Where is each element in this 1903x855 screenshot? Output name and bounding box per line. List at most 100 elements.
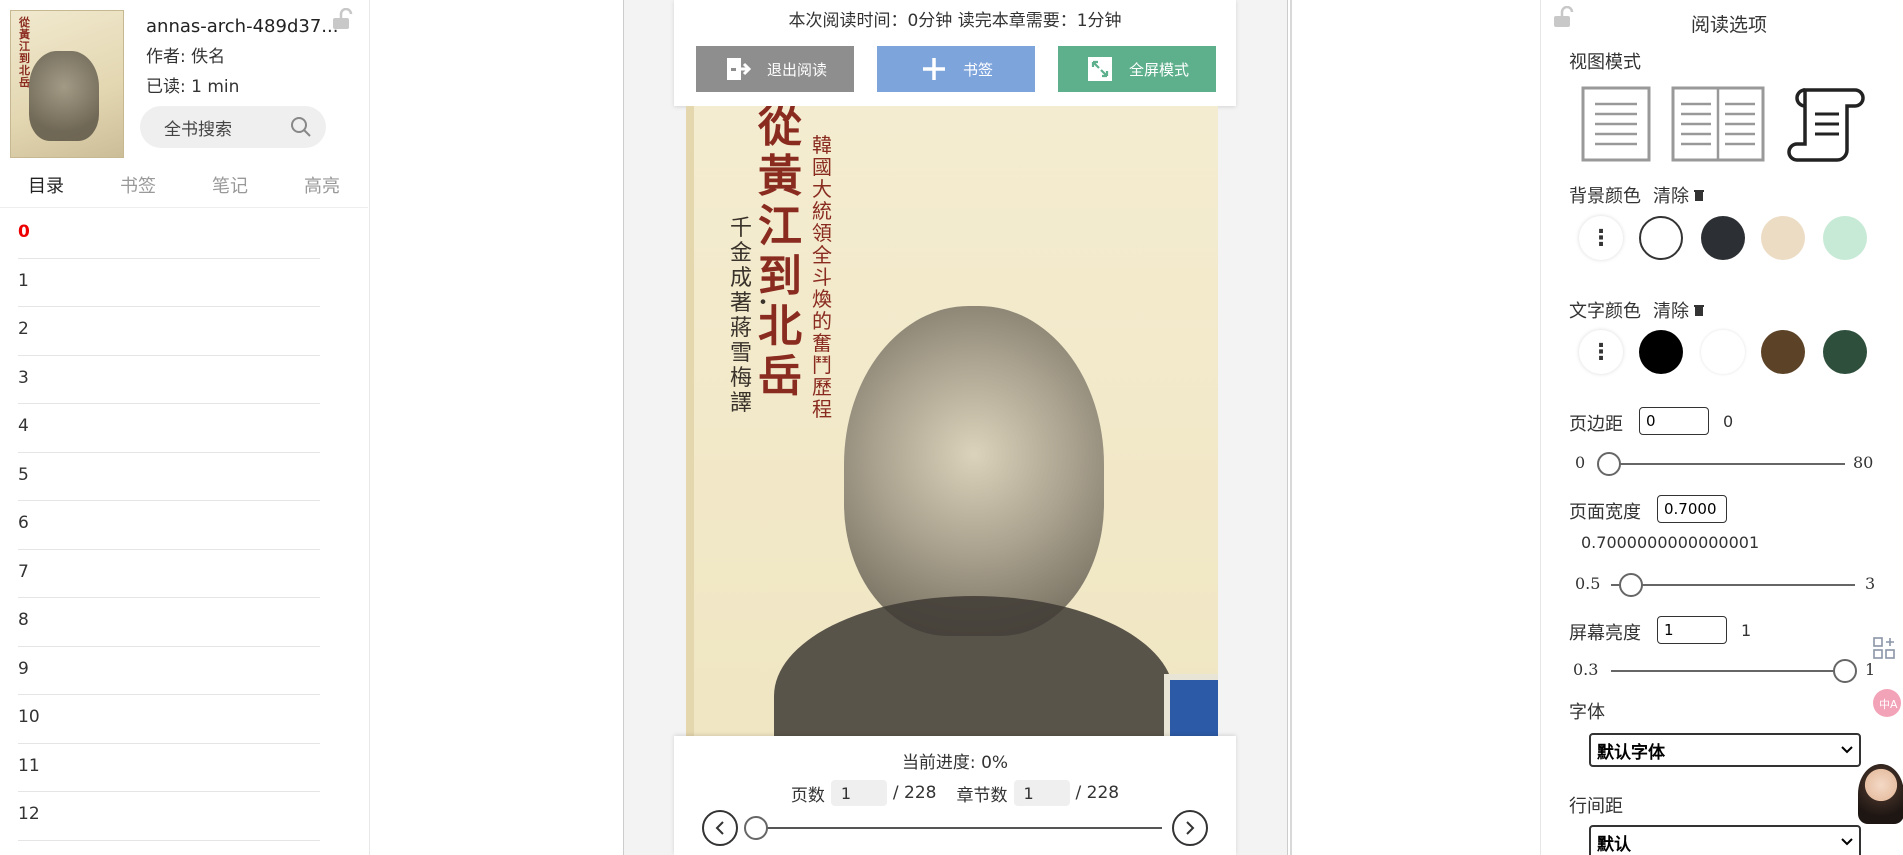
line-height-select[interactable]: 默认: [1589, 825, 1861, 855]
cover-portrait-head: [844, 306, 1104, 636]
panel-divider[interactable]: [1290, 0, 1292, 855]
double-page-icon: [1671, 86, 1765, 162]
apps-grid-icon[interactable]: [1872, 636, 1896, 664]
book-page[interactable]: 從黃江到北岳 韓國大統領全斗煥的奮鬥歷程 千金成著・蔣雪梅譯: [686, 106, 1218, 736]
trash-icon: [1694, 190, 1704, 201]
toc-item[interactable]: 3: [18, 356, 320, 404]
bookmark-button[interactable]: 书签: [877, 46, 1035, 92]
exit-reading-button[interactable]: 退出阅读: [696, 46, 854, 92]
brightness-min: 0.3: [1573, 660, 1599, 679]
page-slider-thumb[interactable]: [744, 816, 768, 840]
font-select[interactable]: 默认字体: [1589, 733, 1861, 767]
line-height-select-value: 默认: [1597, 834, 1631, 855]
toc-item[interactable]: 9: [18, 647, 320, 695]
margin-input[interactable]: [1639, 407, 1709, 435]
next-page-button[interactable]: [1172, 810, 1208, 846]
chapter-number-input[interactable]: [1013, 780, 1070, 806]
text-color-swatch[interactable]: [1823, 330, 1867, 374]
scroll-view-button[interactable]: [1785, 86, 1865, 162]
exit-label: 退出阅读: [766, 60, 827, 79]
fullscreen-button[interactable]: 全屏模式: [1058, 46, 1216, 92]
text-color-more-button[interactable]: ⋮: [1579, 330, 1623, 374]
width-slider-thumb[interactable]: [1618, 573, 1643, 597]
bg-color-label: 背景颜色: [1569, 186, 1641, 207]
scroll-icon: [1787, 88, 1865, 162]
reading-options-panel: 阅读选项 视图模式 背景颜色清除 ⋮ 文字颜色清除 ⋮ 页边距 0 0 80 页…: [1540, 0, 1903, 855]
book-cover-thumbnail[interactable]: 從黃江到北岳: [10, 10, 124, 158]
progress-text: 当前进度: 0%: [901, 753, 1009, 773]
margin-slider-thumb[interactable]: [1597, 452, 1621, 476]
cover-portrait-body: [774, 596, 1174, 736]
reader-top-bar: 本次阅读时间：0分钟 读完本章需要：1分钟 退出阅读 书签 全屏模式: [674, 0, 1236, 106]
toc-item[interactable]: 7: [18, 550, 320, 598]
bg-color-more-button[interactable]: ⋮: [1579, 216, 1623, 260]
text-color-swatch[interactable]: [1701, 330, 1745, 374]
brightness-value: 1: [1741, 621, 1752, 640]
bg-color-swatch[interactable]: [1701, 216, 1745, 260]
svg-text:中A: 中A: [1879, 698, 1898, 711]
clear-label: 清除: [1653, 186, 1689, 207]
margin-slider[interactable]: [1597, 452, 1845, 476]
brightness-slider[interactable]: [1611, 659, 1857, 683]
chevron-right-icon: [1186, 821, 1195, 835]
text-color-section: 文字颜色 清除: [1569, 297, 1706, 323]
toc-item[interactable]: 5: [18, 453, 320, 501]
cover-author: 千金成著・蔣雪梅譯: [730, 216, 775, 416]
toc-item[interactable]: 8: [18, 598, 320, 647]
text-color-clear-button[interactable]: 清除: [1653, 301, 1706, 322]
bg-color-clear-button[interactable]: 清除: [1653, 186, 1706, 207]
toc-item[interactable]: 4: [18, 404, 320, 453]
chevron-down-icon: [1841, 838, 1853, 846]
translate-icon[interactable]: 中A: [1872, 688, 1902, 722]
page-progress-slider[interactable]: [744, 816, 1162, 840]
double-page-view-button[interactable]: [1671, 86, 1765, 162]
width-slider[interactable]: [1611, 573, 1855, 597]
width-input[interactable]: [1657, 495, 1727, 523]
book-title: annas-arch-489d37...: [146, 16, 339, 37]
text-color-label: 文字颜色: [1569, 301, 1641, 322]
chapter-label: 章节数: [956, 785, 1008, 806]
chevron-left-icon: [715, 821, 724, 835]
toc-item[interactable]: 2: [18, 307, 320, 356]
brightness-slider-thumb[interactable]: [1833, 659, 1857, 683]
chevron-down-icon: [1841, 746, 1853, 754]
single-page-view-button[interactable]: [1581, 86, 1651, 162]
tab-toc[interactable]: 目录: [0, 172, 92, 207]
lock-icon[interactable]: [330, 7, 354, 30]
search-icon: [290, 116, 312, 138]
text-color-swatch[interactable]: [1761, 330, 1805, 374]
font-select-value: 默认字体: [1597, 742, 1665, 763]
trash-icon: [1694, 305, 1704, 316]
chapter-total: / 228: [1075, 783, 1120, 803]
publisher-mark: [1164, 674, 1218, 736]
margin-max: 80: [1853, 453, 1874, 472]
toc-item[interactable]: 12: [18, 792, 320, 841]
read-duration: 已读: 1 min: [146, 72, 239, 97]
cover-portrait: [29, 51, 99, 141]
book-author: 作者: 佚名: [146, 47, 226, 67]
bg-color-section: 背景颜色 清除: [1569, 182, 1706, 208]
toc-item[interactable]: 0: [18, 210, 320, 259]
page-number-input[interactable]: [830, 780, 887, 806]
tab-notes[interactable]: 笔记: [184, 172, 276, 207]
toc-item[interactable]: 11: [18, 744, 320, 792]
bg-color-swatch[interactable]: [1823, 216, 1867, 260]
margin-min: 0: [1575, 453, 1586, 472]
assistant-avatar[interactable]: [1858, 764, 1903, 824]
reading-time-text: 本次阅读时间：0分钟 读完本章需要：1分钟: [788, 11, 1122, 31]
fullscreen-label: 全屏模式: [1128, 60, 1189, 79]
toc-item[interactable]: 6: [18, 501, 320, 550]
tab-highlights[interactable]: 高亮: [276, 172, 368, 207]
tab-bookmarks[interactable]: 书签: [92, 172, 184, 207]
text-color-swatch[interactable]: [1639, 330, 1683, 374]
reader-bottom-bar: 当前进度: 0% 页数 / 228 章节数 / 228: [674, 736, 1236, 855]
bg-color-swatch[interactable]: [1761, 216, 1805, 260]
prev-page-button[interactable]: [702, 810, 738, 846]
bg-color-swatch[interactable]: [1639, 216, 1683, 260]
brightness-input[interactable]: [1657, 616, 1727, 644]
toc-item[interactable]: 10: [18, 695, 320, 744]
search-button[interactable]: 全书搜索: [140, 106, 326, 148]
sidebar-tabs: 目录 书签 笔记 高亮: [0, 172, 368, 208]
read-unit: min: [207, 77, 240, 97]
toc-item[interactable]: 1: [18, 259, 320, 307]
